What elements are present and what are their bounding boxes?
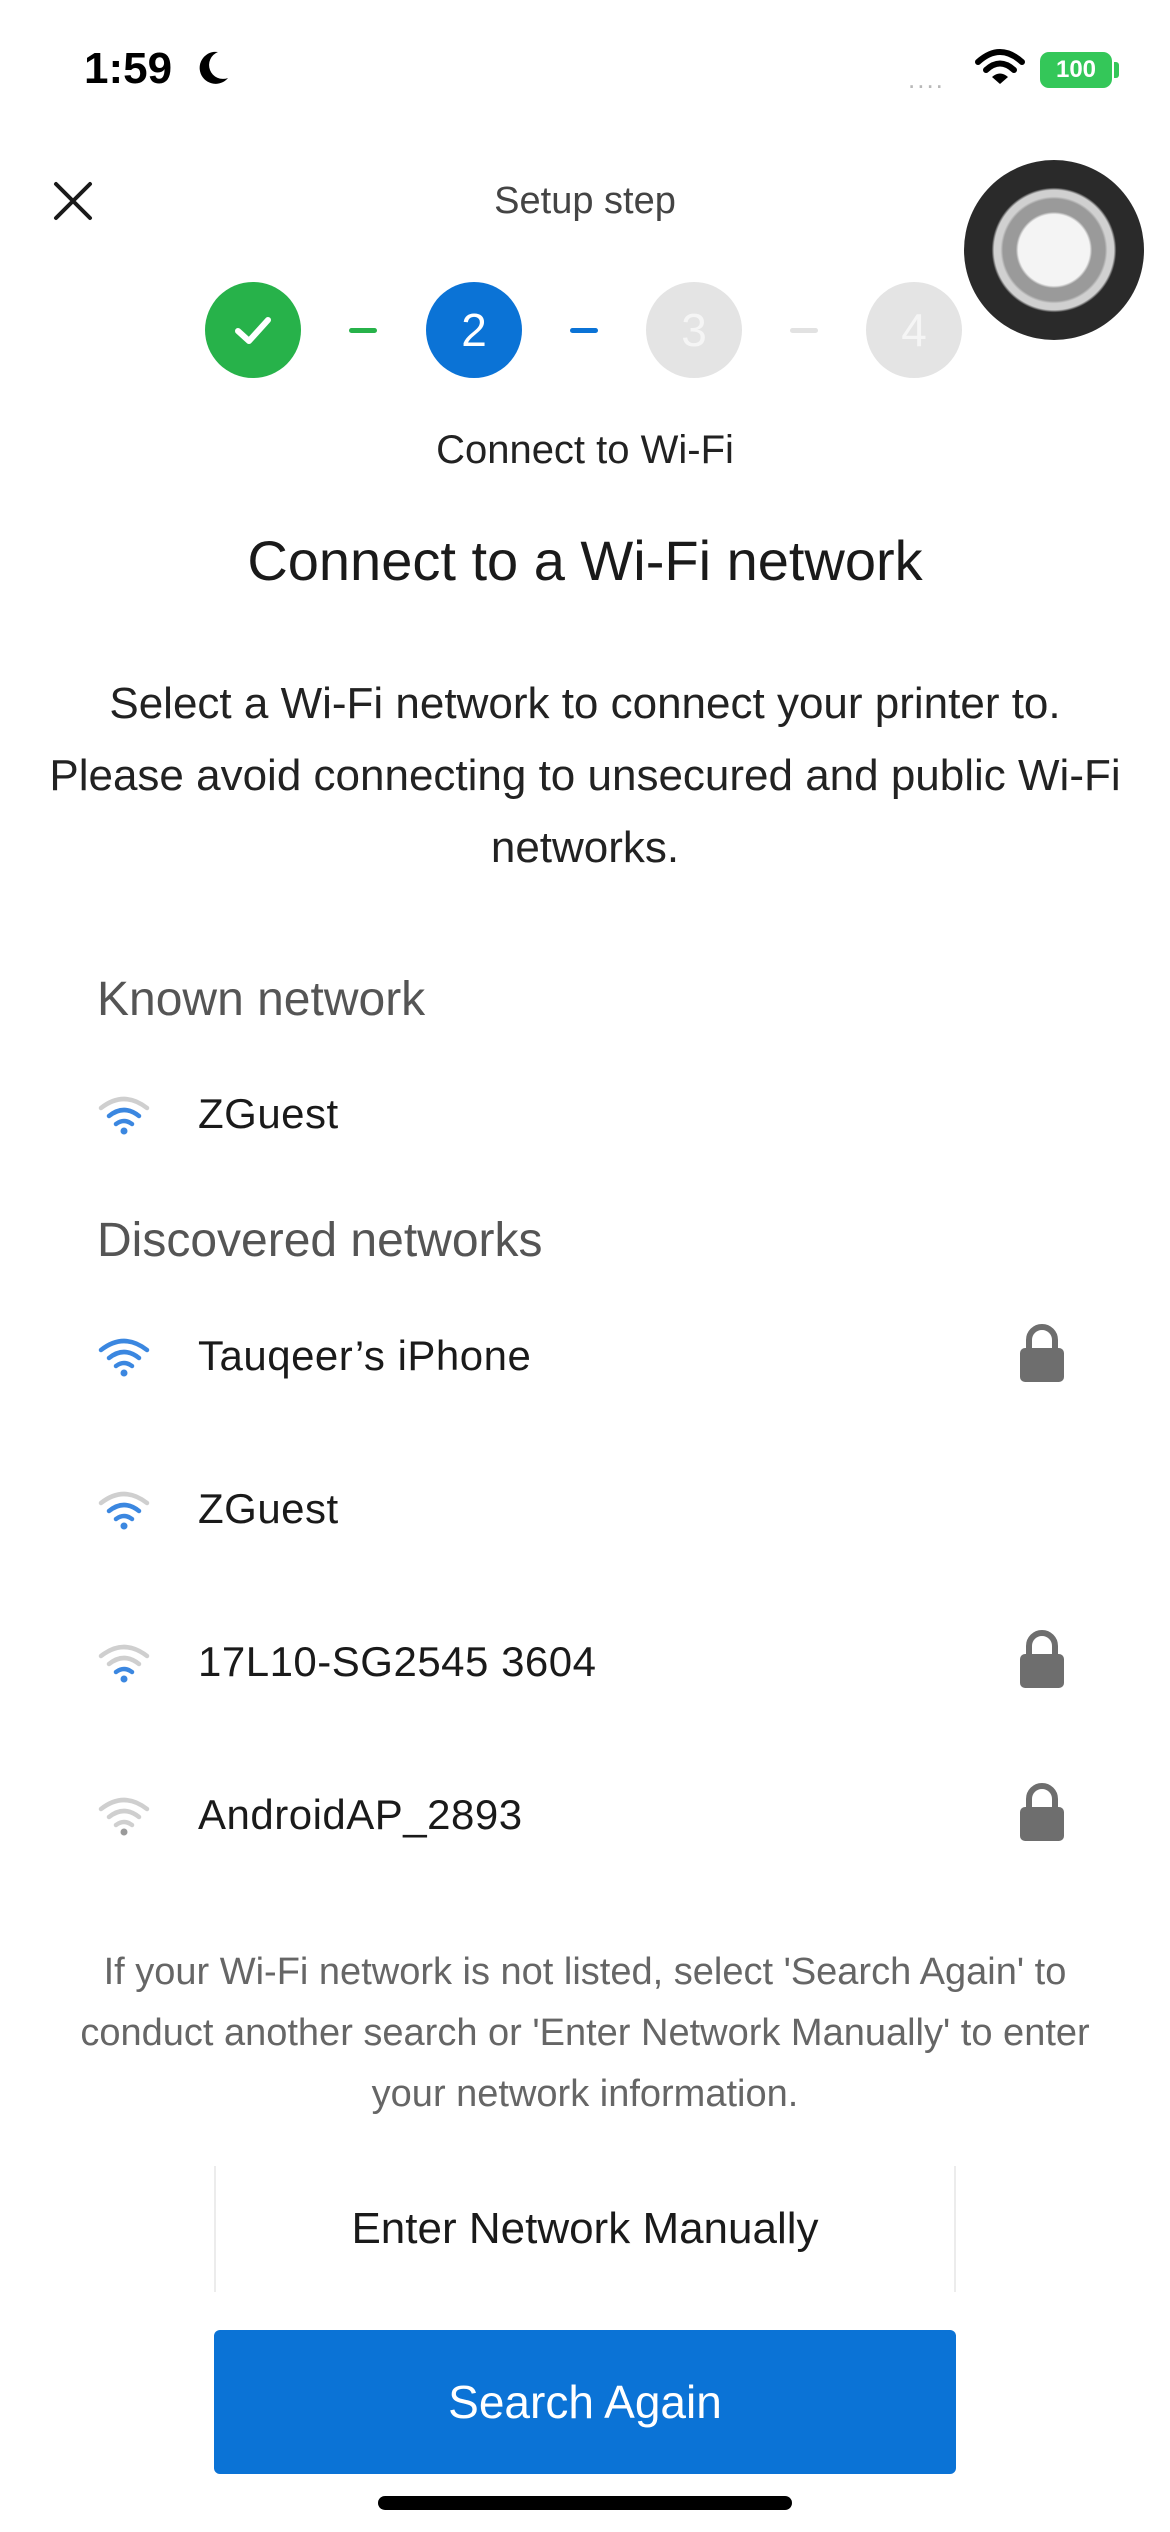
network-row-17l10[interactable]: 17L10-SG2545 3604 <box>0 1618 1170 1708</box>
enter-network-manually-button[interactable]: Enter Network Manually <box>214 2166 956 2292</box>
step-3-upcoming: 3 <box>646 282 742 378</box>
status-time: 1:59 <box>84 44 173 93</box>
known-network-heading: Known network <box>97 973 426 1026</box>
network-name: ZGuest <box>198 1090 339 1137</box>
wifi-icon <box>975 49 1025 84</box>
wifi-signal-icon <box>98 1644 150 1683</box>
discovered-networks-heading: Discovered networks <box>97 1214 543 1267</box>
lock-icon <box>1020 1324 1064 1382</box>
network-name: AndroidAP_2893 <box>198 1791 523 1838</box>
screen-record-button[interactable] <box>964 160 1144 340</box>
step-label: Connect to Wi-Fi <box>436 428 734 472</box>
network-row-tauqeers-iphone[interactable]: Tauqeer’s iPhone <box>0 1312 1170 1402</box>
battery-icon: 100 <box>1040 52 1112 88</box>
wifi-signal-icon <box>98 1338 150 1377</box>
network-row-zguest[interactable]: ZGuest <box>0 1465 1170 1555</box>
page-description: Select a Wi-Fi network to connect your p… <box>49 679 1121 872</box>
step-1-done <box>205 282 301 378</box>
wifi-signal-icon <box>98 1797 150 1836</box>
step-connector-1 <box>349 328 377 333</box>
network-name: 17L10-SG2545 3604 <box>198 1638 597 1685</box>
lock-icon <box>1020 1630 1064 1688</box>
search-again-button[interactable]: Search Again <box>214 2330 956 2474</box>
step-connector-2 <box>570 328 598 333</box>
page-title: Connect to a Wi-Fi network <box>247 529 923 592</box>
moon-icon <box>199 51 228 84</box>
lock-icon <box>1020 1783 1064 1841</box>
home-indicator[interactable] <box>378 2496 792 2510</box>
wifi-signal-icon <box>98 1491 150 1530</box>
battery-nub <box>1114 62 1119 78</box>
check-icon <box>235 317 271 344</box>
step-4-upcoming: 4 <box>866 282 962 378</box>
step-connector-3 <box>790 328 818 333</box>
network-name: ZGuest <box>198 1485 339 1532</box>
network-row-known-zguest[interactable]: ZGuest <box>0 1070 1170 1160</box>
network-row-androidap[interactable]: AndroidAP_2893 <box>0 1771 1170 1861</box>
cell-signal: .... <box>908 64 945 94</box>
network-name: Tauqeer’s iPhone <box>198 1332 532 1379</box>
footer-note: If your Wi-Fi network is not listed, sel… <box>80 1951 1090 2115</box>
step-2-current: 2 <box>426 282 522 378</box>
wifi-signal-icon <box>98 1096 150 1135</box>
